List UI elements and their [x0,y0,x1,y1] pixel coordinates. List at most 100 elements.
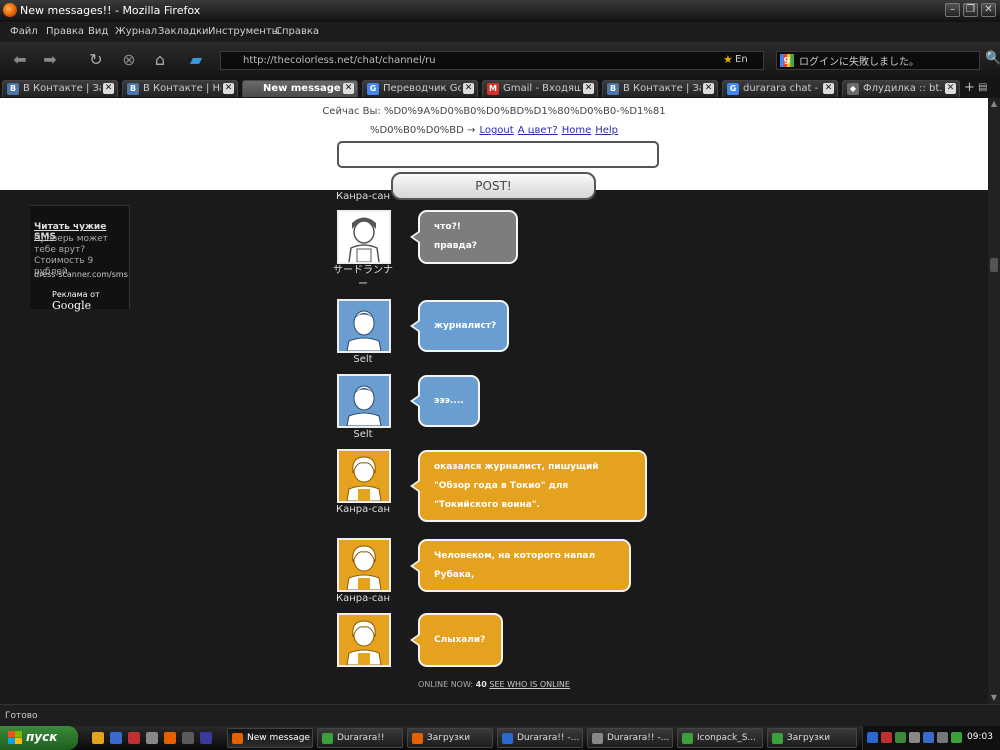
stop-icon[interactable]: ⊗ [117,48,141,72]
url-bar[interactable]: ★ En [220,51,764,70]
tab-list-icon[interactable]: ▤ [978,82,987,93]
status-text: Готово [5,711,38,721]
taskbar-item[interactable]: Durarara!! [317,728,403,748]
tab-close-icon[interactable]: ✕ [343,83,354,94]
menu-bookmarks[interactable]: Закладки [158,26,209,37]
menu-edit[interactable]: Правка [46,26,84,37]
window-title: New messages!! - Mozilla Firefox [20,4,201,17]
volume-icon[interactable] [937,732,948,743]
ad-url[interactable]: dress-scanner.com/sms.h [34,270,128,279]
url-input[interactable] [243,53,713,68]
see-who-online-link[interactable]: SEE WHO IS ONLINE [489,680,570,689]
tab-close-icon[interactable]: ✕ [223,83,234,94]
ad-footer-label: Реклама от [52,290,100,299]
ad-box[interactable]: Читать чужие SMS Проверь может тебе врут… [30,205,130,312]
quicklaunch-icon[interactable] [128,732,140,744]
message-bubble: журналист? [410,300,509,352]
tab-close-icon[interactable]: ✕ [103,83,114,94]
username: Канра-сан [335,504,390,515]
quicklaunch-icon[interactable] [200,732,212,744]
menu-file[interactable]: Файл [10,26,38,37]
tray-icon[interactable] [895,732,906,743]
scroll-down-icon[interactable]: ▼ [988,692,1000,704]
quicklaunch-icon[interactable] [92,732,104,744]
logout-link[interactable]: Logout [479,125,513,136]
tab-close-icon[interactable]: ✕ [463,83,474,94]
tray-icon[interactable] [951,732,962,743]
menu-help[interactable]: Справка [275,26,319,37]
scroll-up-icon[interactable]: ▲ [988,98,1000,110]
forward-icon[interactable]: ➡ [38,48,62,72]
avatar [337,538,391,592]
taskbar-item[interactable]: New message... [227,728,313,748]
home-icon[interactable]: ⌂ [148,48,172,72]
app-icon [592,733,603,744]
forum-icon: ◆ [847,83,859,95]
message-bubble: оказался журналист, пишущий "Обзор года … [410,450,647,522]
vkontakte-icon: B [127,83,139,95]
username: サードランナー [333,265,393,290]
menu-history[interactable]: Журнал [115,26,157,37]
tray-icon[interactable] [881,732,892,743]
start-button[interactable]: пуск [0,726,78,750]
username: Selt [353,429,373,440]
close-window-button[interactable]: ✕ [981,3,996,17]
network-icon[interactable] [923,732,934,743]
tab-close-icon[interactable]: ✕ [703,83,714,94]
quicklaunch-icon[interactable] [182,732,194,744]
avatar [337,299,391,353]
reload-icon[interactable]: ↻ [84,48,108,72]
taskbar-item[interactable]: Durarara!! -... [497,728,583,748]
scroll-thumb[interactable] [990,258,998,272]
window-title-bar: New messages!! - Mozilla Firefox – ❐ ✕ [0,0,1000,22]
tab-close-icon[interactable]: ✕ [945,83,956,94]
message-bubble: Человеком, на которого напал Рубака, [410,539,631,592]
firefox-icon[interactable] [164,732,176,744]
home-link[interactable]: Home [562,125,592,136]
tray-icon[interactable] [909,732,920,743]
search-bar[interactable]: g [776,51,980,70]
menu-bar: Файл Правка Вид Журнал Закладки Инструме… [0,22,1000,42]
tab[interactable]: G Переводчик Google ✕ [362,80,478,97]
back-icon[interactable]: ⬅ [8,48,32,72]
search-go-icon[interactable]: 🔍 [985,51,1000,66]
tab[interactable]: B В Контакте | Закл... ✕ [602,80,718,97]
menu-view[interactable]: Вид [88,26,108,37]
online-counter: ONLINE NOW: 40 SEE WHO IS ONLINE [0,680,988,689]
google-search-icon[interactable]: g [780,54,794,67]
firefox-icon [412,733,423,744]
help-link[interactable]: Help [595,125,618,136]
tab-close-icon[interactable]: ✕ [583,83,594,94]
post-button[interactable]: POST! [391,172,596,200]
windows-logo-icon [8,731,22,744]
menu-tools[interactable]: Инструменты [208,26,280,37]
message-text: эээ.... [434,395,464,406]
taskbar-item[interactable]: Загрузки [767,728,857,748]
maximize-button[interactable]: ❐ [963,3,978,17]
color-link[interactable]: A цвет? [518,125,558,136]
taskbar-item[interactable]: Durarara!! -... [587,728,673,748]
quicklaunch-icon[interactable] [110,732,122,744]
tab[interactable]: B В Контакте | Закл... ✕ [2,80,118,97]
bookmark-star-icon[interactable]: ★ [723,53,733,66]
tab[interactable]: G durarara chat - Goo... ✕ [722,80,838,97]
taskbar-item[interactable]: Iconpack_S... [677,728,763,748]
tab-active[interactable]: New messages!! ✕ [242,80,358,97]
tab-close-icon[interactable]: ✕ [823,83,834,94]
message-input[interactable] [337,141,659,168]
minimize-button[interactable]: – [945,3,960,17]
search-input[interactable] [799,53,977,68]
vkontakte-icon: B [7,83,19,95]
quicklaunch-icon[interactable] [146,732,158,744]
new-tab-icon[interactable]: + [964,80,975,95]
tab[interactable]: ◆ Флудилка :: bt.bas... ✕ [842,80,960,97]
language-icon[interactable] [867,732,878,743]
language-indicator[interactable]: En [735,54,748,65]
screen-icon[interactable]: ▰ [184,48,208,72]
tab[interactable]: M Gmail - Входящие (... ✕ [482,80,598,97]
taskbar-item[interactable]: Загрузки [407,728,493,748]
avatar [337,210,391,264]
tab[interactable]: B В Контакте | Ново... ✕ [122,80,238,97]
app-icon [322,733,333,744]
vertical-scrollbar[interactable]: ▲ ▼ [988,98,1000,704]
